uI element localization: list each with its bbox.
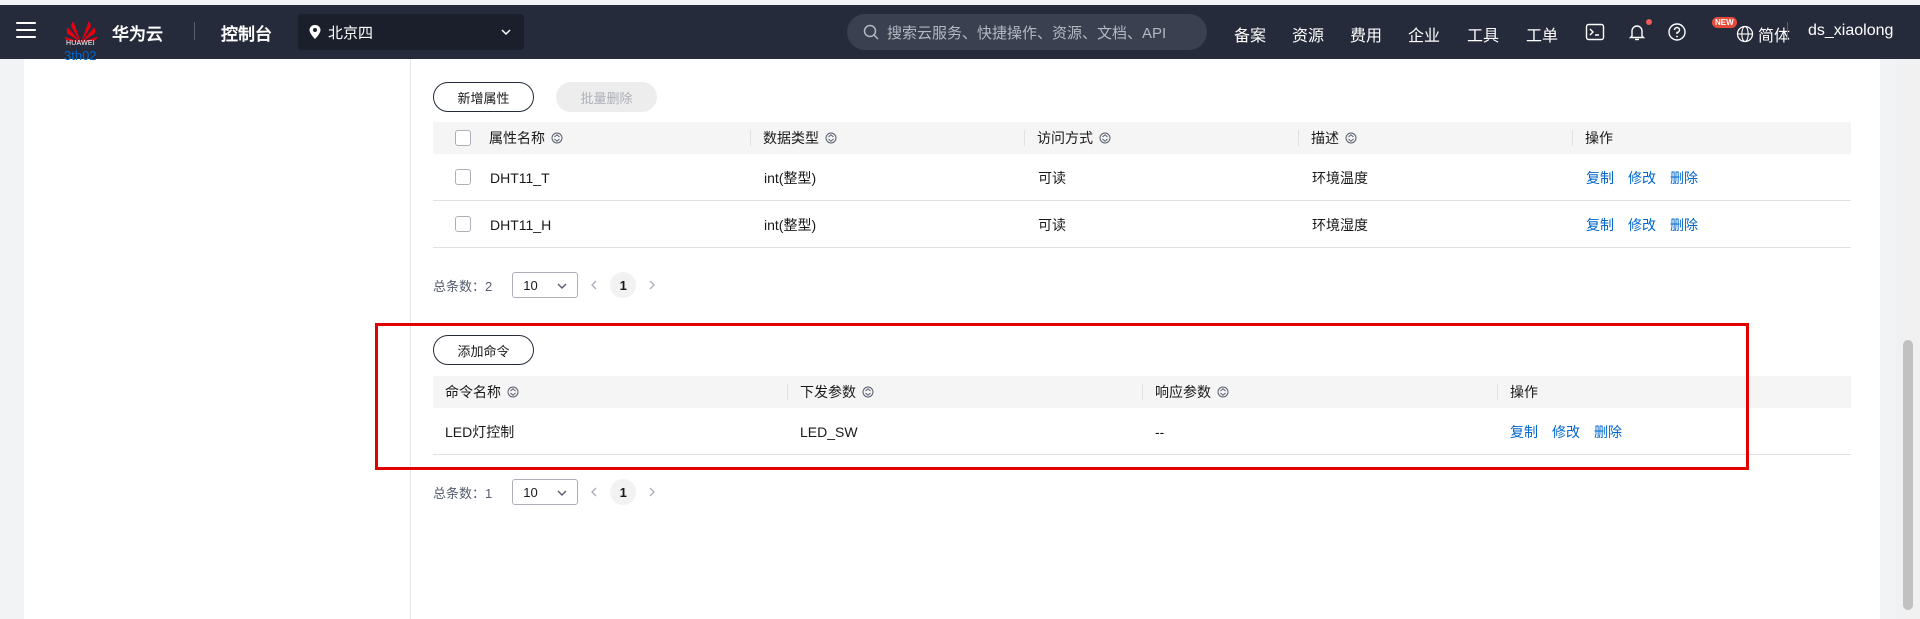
column-data-type[interactable]: 数据类型 <box>763 122 837 154</box>
nav-enterprise[interactable]: 企业 <box>1408 22 1440 46</box>
prev-page-icon[interactable] <box>588 279 600 291</box>
chevron-down-icon <box>501 29 511 36</box>
commands-pagination: 总条数：1 10 1 <box>433 479 668 505</box>
row-checkbox[interactable] <box>455 169 471 185</box>
sort-icon[interactable] <box>825 132 837 144</box>
console-link[interactable]: 控制台 <box>221 20 272 45</box>
column-label: 数据类型 <box>763 130 819 146</box>
sort-icon[interactable] <box>551 132 563 144</box>
sidebar-link[interactable]: 3th02 <box>64 48 97 62</box>
page-number[interactable]: 1 <box>610 272 637 298</box>
property-access: 可读 <box>1038 216 1066 233</box>
huawei-logo-text: HUAWEI <box>66 40 95 47</box>
prev-page-icon[interactable] <box>588 486 600 498</box>
column-label: 描述 <box>1311 130 1339 146</box>
global-search-input[interactable]: 搜索云服务、快捷操作、资源、文档、API <box>847 14 1207 50</box>
add-property-button[interactable]: 新增属性 <box>433 82 534 112</box>
column-label: 访问方式 <box>1037 130 1093 146</box>
table-row: DHT11_T int(整型) 可读 环境温度 复制 修改 删除 <box>433 154 1851 201</box>
select-all-checkbox[interactable] <box>455 130 471 146</box>
page-size-select[interactable]: 10 <box>512 479 579 505</box>
copy-link[interactable]: 复制 <box>1586 168 1614 188</box>
column-description[interactable]: 描述 <box>1311 122 1357 154</box>
user-menu[interactable]: ds_xiaolong <box>1808 22 1893 40</box>
property-type: int(整型) <box>764 169 817 186</box>
column-label: 属性名称 <box>489 130 545 146</box>
edit-link[interactable]: 修改 <box>1628 168 1656 188</box>
nav-billing[interactable]: 费用 <box>1350 22 1382 46</box>
column-label: 操作 <box>1585 130 1613 146</box>
scrollbar-thumb[interactable] <box>1903 340 1913 610</box>
page-size-value: 10 <box>523 484 538 500</box>
row-actions: 复制 修改 删除 <box>1586 154 1712 201</box>
delete-link[interactable]: 删除 <box>1670 215 1698 235</box>
top-navigation-bar: HUAWEI 华为云 控制台 北京四 搜索云服务、快捷操作、资源、文档、API … <box>0 0 1920 59</box>
location-pin-icon <box>309 25 321 39</box>
column-access-mode[interactable]: 访问方式 <box>1037 122 1111 154</box>
column-separator <box>1024 130 1025 146</box>
brand-name[interactable]: 华为云 <box>112 20 163 45</box>
chevron-down-icon <box>557 283 567 289</box>
copy-link[interactable]: 复制 <box>1586 215 1614 235</box>
language-selector[interactable]: 简体 <box>1736 22 1790 46</box>
total-count: 总条数：2 <box>433 278 493 294</box>
table-row: DHT11_H int(整型) 可读 环境湿度 复制 修改 删除 <box>433 201 1851 248</box>
terminal-icon[interactable] <box>1585 22 1605 42</box>
edit-link[interactable]: 修改 <box>1628 215 1656 235</box>
sort-icon[interactable] <box>1099 132 1111 144</box>
property-description: 环境湿度 <box>1312 216 1368 233</box>
bell-icon[interactable] <box>1627 22 1647 42</box>
page-number[interactable]: 1 <box>610 479 637 505</box>
help-icon[interactable] <box>1667 22 1687 42</box>
column-property-name[interactable]: 属性名称 <box>489 122 563 154</box>
row-actions: 复制 修改 删除 <box>1586 201 1712 248</box>
nav-tickets[interactable]: 工单 <box>1526 22 1558 46</box>
nav-tools[interactable]: 工具 <box>1467 22 1499 46</box>
region-selector[interactable]: 北京四 <box>298 14 524 50</box>
total-count: 总条数：1 <box>433 485 493 501</box>
search-icon <box>863 24 879 40</box>
nav-resources[interactable]: 资源 <box>1292 22 1324 46</box>
page-size-value: 10 <box>523 277 538 293</box>
properties-pagination: 总条数：2 10 1 <box>433 272 668 298</box>
property-type: int(整型) <box>764 216 817 233</box>
notification-dot <box>1646 19 1652 25</box>
column-separator <box>1572 130 1573 146</box>
next-page-icon[interactable] <box>646 486 658 498</box>
column-separator <box>750 130 751 146</box>
batch-delete-button[interactable]: 批量删除 <box>556 82 657 112</box>
property-name: DHT11_H <box>490 216 552 233</box>
nav-beian[interactable]: 备案 <box>1234 22 1266 46</box>
property-name: DHT11_T <box>490 169 550 186</box>
globe-icon <box>1736 25 1754 43</box>
row-checkbox[interactable] <box>455 216 471 232</box>
highlight-annotation <box>375 323 1749 470</box>
new-badge: NEW <box>1712 17 1737 28</box>
column-separator <box>1298 130 1299 146</box>
chevron-down-icon <box>557 490 567 496</box>
delete-link[interactable]: 删除 <box>1670 168 1698 188</box>
menu-icon[interactable] <box>16 22 36 38</box>
region-label: 北京四 <box>328 24 374 42</box>
header-divider-2 <box>1787 22 1788 40</box>
header-divider <box>194 22 195 40</box>
search-placeholder: 搜索云服务、快捷操作、资源、文档、API <box>887 24 1167 42</box>
property-access: 可读 <box>1038 169 1066 186</box>
top-strip <box>0 0 1920 5</box>
next-page-icon[interactable] <box>646 279 658 291</box>
language-label: 简体 <box>1758 28 1791 45</box>
property-description: 环境温度 <box>1312 169 1368 186</box>
page-size-select[interactable]: 10 <box>512 272 579 298</box>
sort-icon[interactable] <box>1345 132 1357 144</box>
properties-table-header: 属性名称 数据类型 访问方式 描述 操作 <box>433 122 1851 154</box>
column-operations: 操作 <box>1585 122 1613 154</box>
